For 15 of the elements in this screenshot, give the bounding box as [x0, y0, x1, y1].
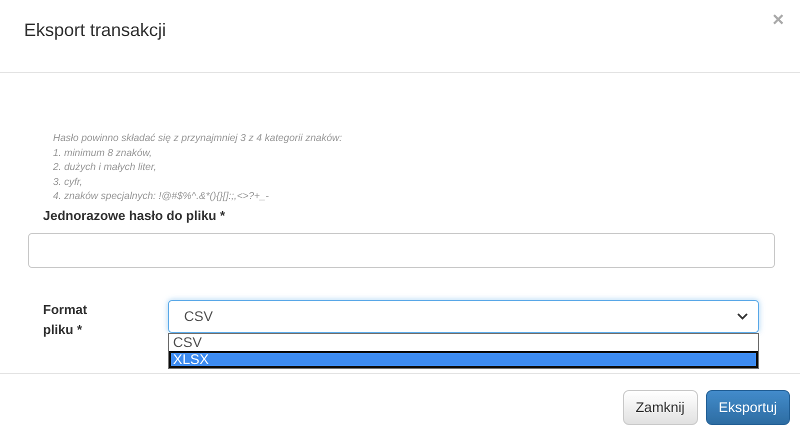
- hint-text: Hasło powinno składać się z przynajmniej 3 z 4 kategorii znaków:: [53, 132, 342, 146]
- chevron-down-icon: [737, 313, 748, 320]
- hint-text: 4. znaków specjalnych: !@#$%^.&*(){}[]:;,<>?+_-: [53, 190, 269, 204]
- dialog-title: Eksport transakcji: [24, 20, 166, 42]
- field-label: Format pliku *: [43, 301, 88, 339]
- hint-text: 1. minimum 8 znaków,: [53, 146, 152, 160]
- export-button[interactable]: Eksportuj: [706, 390, 790, 425]
- dropdown-option[interactable]: CSV: [169, 334, 758, 351]
- field-label: Jednorazowe hasło do pliku *: [43, 206, 226, 225]
- format-select[interactable]: CSV: [168, 300, 759, 333]
- hint-text: 2. dużych i małych liter,: [53, 161, 156, 175]
- select-value: CSV: [184, 307, 213, 326]
- password-input-field[interactable]: [28, 233, 775, 268]
- hint-text: 3. cyfr,: [53, 176, 82, 190]
- close-dialog-button[interactable]: Zamknij: [622, 390, 698, 425]
